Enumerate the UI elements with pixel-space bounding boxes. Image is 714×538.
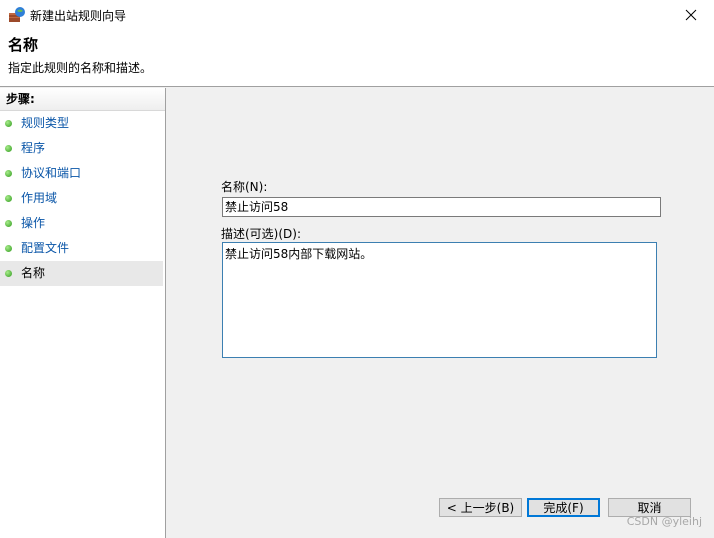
close-button[interactable] [668, 0, 714, 30]
page-title: 名称 [8, 36, 39, 54]
firewall-wizard-icon [9, 7, 25, 22]
step-list: 规则类型 程序 协议和端口 作用域 操作 配置文件 名称 [0, 111, 165, 286]
steps-header: 步骤: [0, 88, 165, 111]
watermark: CSDN @yleihj [626, 515, 702, 528]
step-status-icon [5, 170, 12, 177]
steps-sidebar: 步骤: 规则类型 程序 协议和端口 作用域 操作 配置文件 名称 [0, 88, 166, 538]
step-status-icon [5, 220, 12, 227]
step-label: 程序 [21, 141, 46, 155]
description-label: 描述(可选)(D): [221, 227, 302, 241]
step-label: 操作 [21, 216, 46, 230]
title-bar: 新建出站规则向导 [0, 0, 714, 30]
step-label: 名称 [21, 266, 46, 280]
step-label: 作用域 [21, 191, 58, 205]
step-name[interactable]: 名称 [0, 261, 163, 286]
close-icon [685, 9, 697, 21]
step-profile[interactable]: 配置文件 [0, 236, 163, 261]
step-label: 协议和端口 [21, 166, 82, 180]
description-textarea[interactable]: 禁止访问58内部下载网站。 [222, 242, 657, 358]
step-rule-type[interactable]: 规则类型 [0, 111, 163, 136]
step-scope[interactable]: 作用域 [0, 186, 163, 211]
step-action[interactable]: 操作 [0, 211, 163, 236]
step-status-icon [5, 270, 12, 277]
window-title: 新建出站规则向导 [30, 9, 127, 23]
step-status-icon [5, 145, 12, 152]
step-status-icon [5, 245, 12, 252]
step-protocol-ports[interactable]: 协议和端口 [0, 161, 163, 186]
step-label: 规则类型 [21, 116, 70, 130]
page-description: 指定此规则的名称和描述。 [8, 61, 153, 75]
name-input[interactable] [222, 197, 661, 217]
step-status-icon [5, 120, 12, 127]
finish-button[interactable]: 完成(F) [527, 498, 600, 517]
name-label: 名称(N): [221, 180, 268, 194]
step-label: 配置文件 [21, 241, 70, 255]
step-program[interactable]: 程序 [0, 136, 163, 161]
wizard-header: 名称 指定此规则的名称和描述。 [0, 30, 714, 87]
back-button[interactable]: < 上一步(B) [439, 498, 522, 517]
step-status-icon [5, 195, 12, 202]
